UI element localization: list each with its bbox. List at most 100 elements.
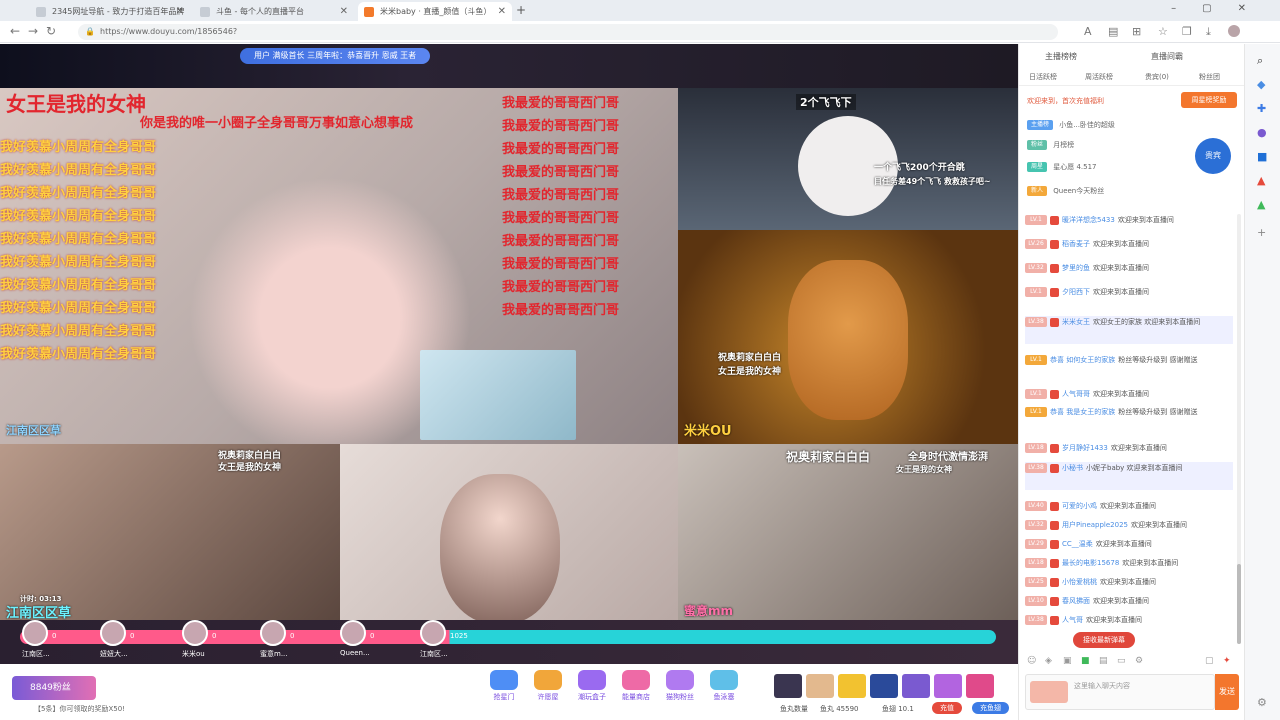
video-cell-bottom-right[interactable]: 祝奥莉家白白白 全身时代激情澎湃 女王是我的女神 蜜意mm (678, 444, 1018, 624)
activity-button[interactable]: 鱼泳塞 (706, 670, 742, 706)
chat-username[interactable]: CC__温柔 (1062, 540, 1093, 548)
gift-icon[interactable] (870, 674, 898, 698)
office-icon[interactable]: ■ (1257, 150, 1267, 163)
chat-username[interactable]: 恭喜 如何女王的家族 (1050, 356, 1115, 364)
video-cell-middle-right[interactable]: 祝奥莉家白白白 女王是我的女神 米米OU (678, 230, 1018, 444)
live-stream-player[interactable]: 用户 满级首长 三周年啦：恭喜晋升 恩威 王者 女王是我的女神 你是我的唯一小圈… (0, 44, 1018, 664)
anchor-avatar-item[interactable]: 米米ou 0 (182, 620, 262, 664)
reader-icon[interactable]: ▤ (1108, 25, 1118, 38)
tree-icon[interactable]: ▲ (1257, 198, 1265, 211)
chat-username[interactable]: 春风拂面 (1062, 597, 1090, 605)
chat-username[interactable]: 最长的电影15678 (1062, 559, 1119, 567)
chat-scrollbar[interactable] (1237, 214, 1241, 644)
image-icon[interactable]: ▤ (1099, 656, 1108, 666)
profile-avatar[interactable] (1228, 25, 1240, 37)
extensions-icon[interactable]: ⊞ (1132, 25, 1141, 38)
reload-icon[interactable]: ↻ (46, 24, 56, 38)
activity-button[interactable]: 潮玩盒子 (574, 670, 610, 706)
tab-close-icon[interactable]: ✕ (498, 6, 506, 17)
top-row[interactable]: 粉丝 月榜榜 (1027, 140, 1074, 154)
tab-weekly[interactable]: 周活跃榜 (1085, 72, 1113, 82)
anchor-avatar-item[interactable]: Queen... 0 (340, 620, 420, 664)
collections-icon[interactable]: ❐ (1182, 25, 1192, 38)
url-field[interactable]: 🔒 https://www.douyu.com/1856546? (78, 24, 1058, 40)
browser-tab-active[interactable]: 米米baby · 直播_颜值（斗鱼） ✕ (358, 2, 512, 21)
games-icon[interactable]: ● (1257, 126, 1267, 139)
scroll-thumb[interactable] (1237, 564, 1241, 644)
chat-username[interactable]: 人气哥 (1062, 616, 1083, 624)
fans-badge[interactable]: 8849粉丝 (12, 676, 96, 700)
top-row[interactable]: 新人 Queen今天粉丝 (1027, 186, 1104, 200)
drop-icon[interactable]: ▲ (1257, 174, 1265, 187)
video-cell-top-right[interactable]: 2个飞飞下 一个飞飞200个开合跳 目任务差49个飞飞 救救孩子吧~ (678, 88, 1018, 230)
weekly-star-button[interactable]: 周星榜奖励 (1181, 92, 1237, 108)
screen-icon[interactable]: ▭ (1117, 656, 1126, 666)
chat-username[interactable]: 夕阳西下 (1062, 288, 1090, 296)
tab-close-icon[interactable]: ✕ (176, 6, 184, 17)
tab-room-rank[interactable]: 直播间霸 (1151, 51, 1183, 62)
settings-icon[interactable]: ⚙ (1257, 696, 1267, 709)
video-cell-main[interactable]: 女王是我的女神 你是我的唯一小圈子全身哥哥万事如意心想事成 我好羡慕小周周有全身… (0, 88, 678, 490)
anchor-avatar-item[interactable]: 江南区... 1025 (420, 620, 500, 664)
chat-username[interactable]: 小秘书 (1062, 464, 1083, 472)
chat-message-list[interactable]: LV.1 暖洋洋想念5433 欢迎来到本直播间 LV.26 稻香麦子 欢迎来到本直播间 … (1019, 212, 1241, 644)
chat-username[interactable]: 稻香麦子 (1062, 240, 1090, 248)
tab-daily[interactable]: 日活跃榜 (1029, 72, 1057, 82)
gift-icon[interactable] (774, 674, 802, 698)
anchor-avatar-item[interactable]: 江南区... 0 (22, 620, 102, 664)
chat-username[interactable]: 用户Pineapple2025 (1062, 521, 1128, 529)
chat-input[interactable]: 这里输入聊天内容 (1025, 674, 1215, 710)
window-controls[interactable]: –▢✕ (1171, 3, 1272, 14)
forward-icon[interactable]: → (28, 24, 38, 38)
favorite-icon[interactable]: ☆ (1158, 25, 1168, 38)
emoji-icon[interactable]: ☺ (1027, 656, 1036, 666)
anchor-avatar-item[interactable]: 蜜意m... 0 (260, 620, 340, 664)
browser-tab[interactable]: 斗鱼 - 每个人的直播平台 ✕ (194, 2, 354, 21)
chat-username[interactable]: 小怡爱桃桃 (1062, 578, 1097, 586)
top-row[interactable]: 主播榜 小鱼...卧佳的超级 (1027, 120, 1115, 134)
top-row[interactable]: 周星 星心愿 4.517 (1027, 162, 1097, 176)
tab-close-icon[interactable]: ✕ (340, 6, 348, 17)
chat-username[interactable]: 暖洋洋想念5433 (1062, 216, 1115, 224)
latest-danmu-button[interactable]: 接收最新弹幕 (1073, 632, 1135, 648)
activity-button[interactable]: 抢星门 (486, 670, 522, 706)
chat-username[interactable]: 恭喜 我是女王的家族 (1050, 408, 1115, 416)
settings-icon[interactable]: ⚙ (1135, 656, 1143, 666)
video-cell-bottom-middle[interactable] (340, 444, 678, 624)
shopping-icon[interactable]: ◆ (1257, 78, 1265, 91)
gift-icon[interactable] (838, 674, 866, 698)
back-icon[interactable]: ← (10, 24, 20, 38)
translate-icon[interactable]: A (1084, 25, 1092, 38)
chat-username[interactable]: 梦里的鱼 (1062, 264, 1090, 272)
browser-tab[interactable]: 2345网址导航 - 致力于打造百年品牌 ✕ (30, 2, 190, 21)
search-icon[interactable]: ⌕ (1257, 54, 1263, 68)
video-cell-bottom-left[interactable]: 祝奥莉家白白白 女王是我的女神 计时: 03:13 江南区区草 (0, 444, 340, 624)
chat-username[interactable]: 米米女王 (1062, 318, 1090, 326)
new-tab-icon[interactable]: + (516, 3, 526, 17)
downloads-icon[interactable]: ⤓ (1206, 25, 1211, 39)
gift-icon[interactable] (806, 674, 834, 698)
recharge-button[interactable]: 充值 (932, 702, 962, 714)
tools-icon[interactable]: ✚ (1257, 102, 1266, 115)
fire-icon[interactable]: ✦ (1223, 656, 1231, 666)
tab-anchor-rank[interactable]: 主播榜榜 (1045, 51, 1077, 62)
tab-vip[interactable]: 贵宾(0) (1145, 72, 1169, 82)
gift-icon[interactable] (934, 674, 962, 698)
gift-box-icon[interactable]: ▣ (1063, 656, 1072, 666)
reward-status[interactable]: 【5条】你可领取的奖励X50! (34, 704, 125, 714)
fan-badge-icon[interactable]: ◈ (1045, 656, 1052, 666)
fishfin-recharge-button[interactable]: 充鱼翅 (972, 702, 1009, 714)
broadcast-notice[interactable]: 用户 满级首长 三周年啦：恭喜晋升 恩威 王者 (240, 48, 431, 64)
send-button[interactable]: 发送 (1215, 674, 1239, 710)
gift-icon[interactable] (902, 674, 930, 698)
green-icon[interactable]: ■ (1081, 656, 1090, 666)
tab-fans[interactable]: 粉丝团 (1199, 72, 1220, 82)
activity-button[interactable]: 猫狗粉丝 (662, 670, 698, 706)
expand-icon[interactable]: ▢ (1205, 656, 1214, 666)
noble-card[interactable]: 贵宾 (1195, 138, 1231, 174)
chat-username[interactable]: 岁月静好1433 (1062, 444, 1108, 452)
gift-icon[interactable] (966, 674, 994, 698)
activity-button[interactable]: 许愿屋 (530, 670, 566, 706)
add-icon[interactable]: + (1257, 226, 1266, 239)
chat-username[interactable]: 可爱的小鸡 (1062, 502, 1097, 510)
